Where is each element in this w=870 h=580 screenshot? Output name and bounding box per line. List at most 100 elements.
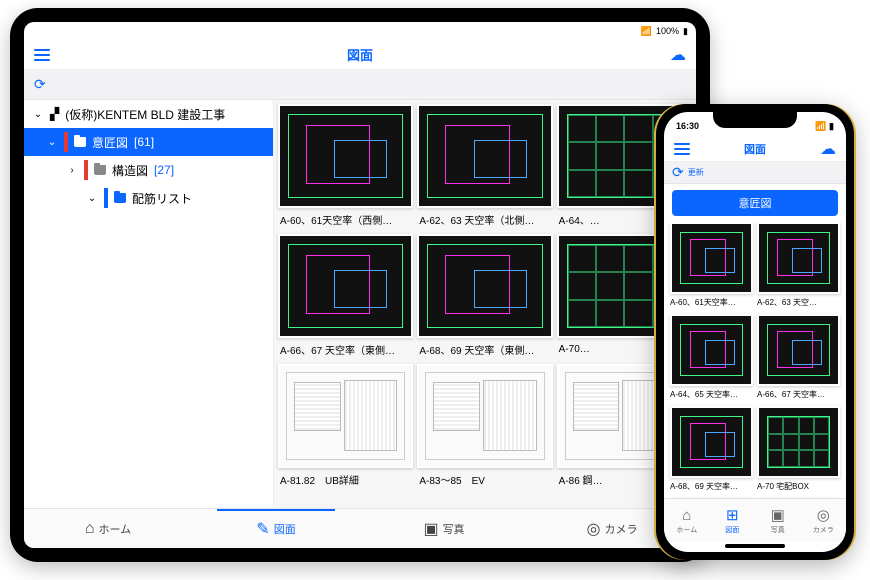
- tab-drawings[interactable]: ⊞図面: [710, 499, 756, 542]
- iphone-drawing-grid[interactable]: A-60、61天空率… A-62、63 天空… A-64、65 天空率… A-6…: [664, 222, 846, 498]
- drawing-caption: A-68、69 天空率…: [670, 478, 753, 494]
- camera-icon: ◎: [587, 519, 601, 539]
- tab-drawings[interactable]: ✎ 図面: [192, 509, 360, 548]
- tab-label: カメラ: [604, 521, 637, 537]
- iphone-frame: 16:30 📶 ▮ 図面 ☁ ⟳ 更新 意匠図 A-60、61天空率… A-62…: [656, 104, 854, 560]
- drawing-caption: A-60、61天空率…: [670, 294, 753, 310]
- ipad-status-bar: 📶 100% ▮: [24, 22, 696, 40]
- ipad-tabbar: ⌂ ホーム ✎ 図面 ▣ 写真 ◎ カメラ: [24, 508, 696, 548]
- battery-label: 100%: [656, 26, 679, 36]
- toolbar: ⟳: [24, 70, 696, 100]
- photo-icon: ▣: [771, 506, 785, 524]
- drawing-caption: A-68、69 天空率（東側…: [417, 338, 552, 360]
- drawing-caption: A-81.82 UB詳細: [278, 468, 413, 490]
- drawing-thumb: [417, 104, 552, 208]
- tree-item-count: [27]: [154, 163, 174, 177]
- tab-label: ホーム: [99, 521, 132, 537]
- drawing-thumb: [670, 314, 753, 386]
- drawing-tile[interactable]: A-68、69 天空率（東側…: [417, 234, 552, 360]
- ipad-frame: 📶 100% ▮ 図面 ☁ ⟳ ⌄ ▞ (仮称)KENTEM BLD 建設工事 …: [10, 8, 710, 562]
- drawing-caption: A-66、67 天空率（東側…: [278, 338, 413, 360]
- tree-item-rebar[interactable]: ⌄ 配筋リスト: [24, 184, 273, 212]
- drawing-thumb: [417, 364, 552, 468]
- tab-photos[interactable]: ▣写真: [755, 499, 801, 542]
- drawing-caption: A-70 宅配BOX: [757, 478, 840, 494]
- tree-item-label: 構造図: [112, 162, 148, 179]
- tree-item-count: [61]: [134, 135, 154, 149]
- page-title: 図面: [347, 45, 373, 64]
- drawing-tile[interactable]: A-60、61天空率（西側…: [278, 104, 413, 230]
- drawing-thumb: [757, 314, 840, 386]
- drawing-tile[interactable]: A-81.82 UB詳細: [278, 364, 413, 490]
- drawing-caption: A-62、63 天空…: [757, 294, 840, 310]
- drawing-caption: A-83～85 EV: [417, 468, 552, 490]
- drawing-icon: ✎: [256, 519, 269, 539]
- drawing-thumb: [278, 364, 413, 468]
- cloud-upload-icon[interactable]: ☁: [670, 45, 686, 65]
- tab-home[interactable]: ⌂ホーム: [664, 499, 710, 542]
- tab-photos[interactable]: ▣ 写真: [360, 509, 528, 548]
- ipad-body: ⌄ ▞ (仮称)KENTEM BLD 建設工事 ⌄ 意匠図 [61] › 構造図: [24, 100, 696, 508]
- category-banner[interactable]: 意匠図: [672, 190, 838, 216]
- chevron-right-icon[interactable]: ›: [66, 165, 78, 176]
- chevron-down-icon[interactable]: ⌄: [46, 137, 58, 148]
- drawing-tile[interactable]: A-62、63 天空…: [757, 222, 840, 310]
- drawing-thumb: [757, 406, 840, 478]
- folder-icon: [74, 137, 86, 147]
- tree-item-design[interactable]: ⌄ 意匠図 [61]: [24, 128, 273, 156]
- drawing-tile[interactable]: A-66、67 天空率（東側…: [278, 234, 413, 360]
- page-title: 図面: [744, 141, 766, 157]
- drawing-thumb: [417, 234, 552, 338]
- menu-icon[interactable]: [34, 49, 50, 61]
- iphone-notch: [713, 112, 797, 128]
- home-icon: ⌂: [85, 520, 95, 538]
- home-indicator[interactable]: [725, 544, 785, 548]
- sync-label[interactable]: 更新: [688, 167, 704, 178]
- photo-icon: ▣: [423, 519, 438, 539]
- iphone-toolbar: ⟳ 更新: [664, 162, 846, 184]
- tab-home[interactable]: ⌂ ホーム: [24, 509, 192, 548]
- category-marker: [84, 160, 88, 180]
- chevron-down-icon[interactable]: ⌄: [86, 193, 98, 204]
- ipad-navbar: 図面 ☁: [24, 40, 696, 70]
- drawing-thumb: [670, 222, 753, 294]
- category-marker: [64, 132, 68, 152]
- wifi-icon: 📶: [641, 26, 652, 37]
- drawing-caption: A-66、67 天空率…: [757, 386, 840, 402]
- sync-icon[interactable]: ⟳: [672, 164, 684, 181]
- menu-icon[interactable]: [674, 143, 690, 155]
- folder-icon: [94, 165, 106, 175]
- home-icon: ⌂: [682, 507, 691, 524]
- iphone-tabbar: ⌂ホーム ⊞図面 ▣写真 ◎カメラ: [664, 498, 846, 542]
- tab-label: ホーム: [676, 525, 697, 535]
- ipad-screen: 📶 100% ▮ 図面 ☁ ⟳ ⌄ ▞ (仮称)KENTEM BLD 建設工事 …: [24, 22, 696, 548]
- drawing-caption: A-64、65 天空率…: [670, 386, 753, 402]
- clock: 16:30: [676, 121, 699, 131]
- tab-camera[interactable]: ◎カメラ: [801, 499, 847, 542]
- drawing-tile[interactable]: A-60、61天空率…: [670, 222, 753, 310]
- camera-icon: ◎: [817, 506, 830, 524]
- drawing-tile[interactable]: A-70 宅配BOX: [757, 406, 840, 494]
- drawing-grid[interactable]: A-60、61天空率（西側… A-62、63 天空率（北側… A-64、… A-…: [274, 100, 696, 508]
- tab-label: 写真: [771, 525, 785, 535]
- drawing-tile[interactable]: A-66、67 天空率…: [757, 314, 840, 402]
- tree-item-label: 配筋リスト: [132, 190, 192, 207]
- tab-label: 図面: [274, 521, 296, 537]
- chevron-down-icon[interactable]: ⌄: [32, 109, 44, 120]
- drawing-tile[interactable]: A-64、65 天空率…: [670, 314, 753, 402]
- tree-root-label: (仮称)KENTEM BLD 建設工事: [65, 106, 225, 123]
- drawing-thumb: [757, 222, 840, 294]
- iphone-screen: 16:30 📶 ▮ 図面 ☁ ⟳ 更新 意匠図 A-60、61天空率… A-62…: [664, 112, 846, 552]
- tree-root[interactable]: ⌄ ▞ (仮称)KENTEM BLD 建設工事: [24, 100, 273, 128]
- drawing-thumb: [278, 104, 413, 208]
- sync-icon[interactable]: ⟳: [34, 76, 46, 93]
- tree-item-label: 意匠図: [92, 134, 128, 151]
- drawing-tile[interactable]: A-68、69 天空率…: [670, 406, 753, 494]
- tab-label: カメラ: [813, 525, 834, 535]
- drawing-tile[interactable]: A-62、63 天空率（北側…: [417, 104, 552, 230]
- tree-item-structure[interactable]: › 構造図 [27]: [24, 156, 273, 184]
- tab-label: 写真: [443, 521, 465, 537]
- cloud-upload-icon[interactable]: ☁: [820, 139, 836, 159]
- folder-icon: [114, 193, 126, 203]
- drawing-tile[interactable]: A-83～85 EV: [417, 364, 552, 490]
